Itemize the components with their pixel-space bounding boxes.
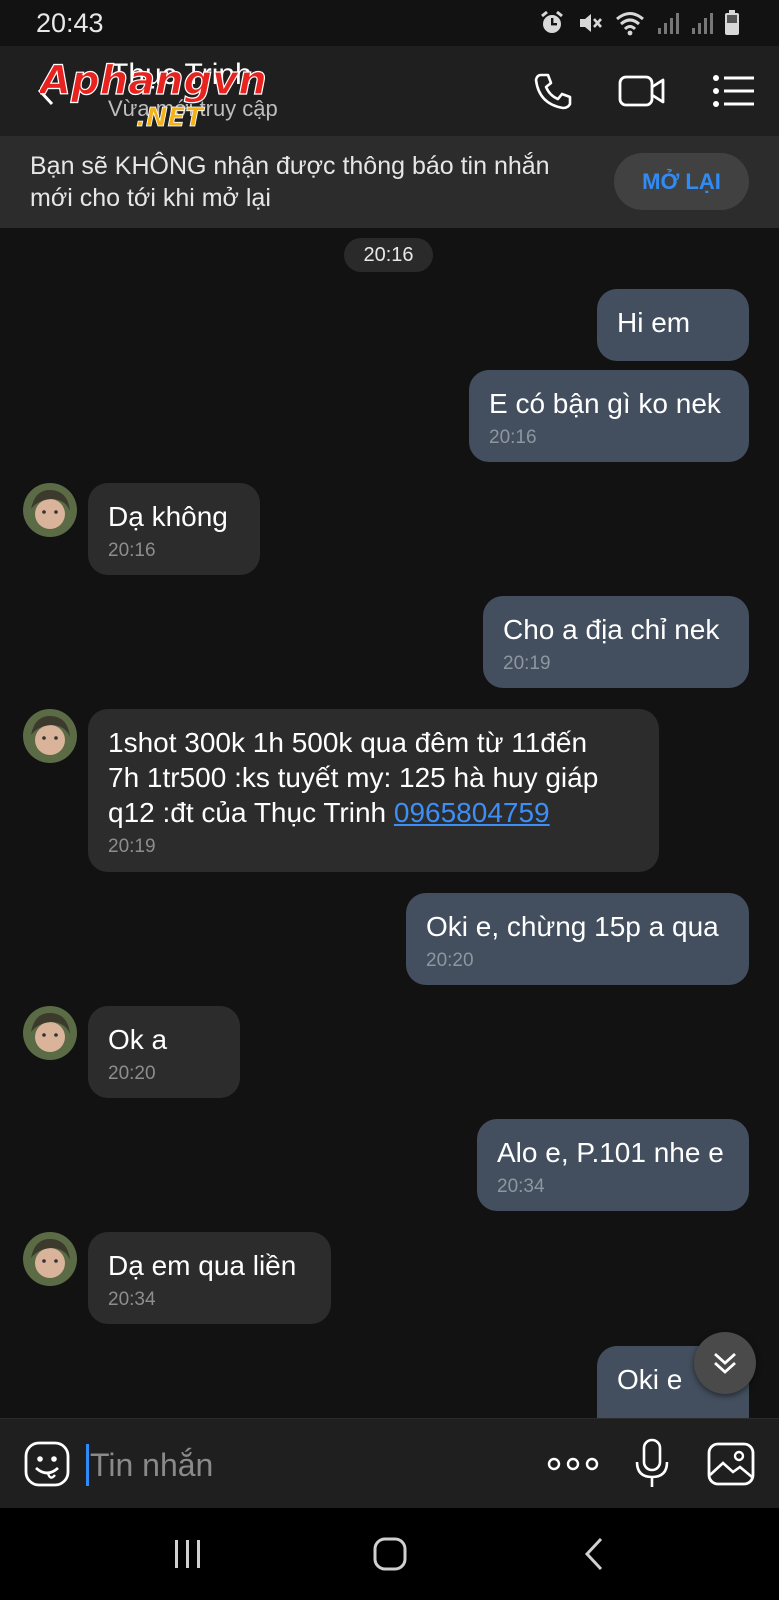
message-time: 20:16 <box>108 540 156 561</box>
signal-icon <box>692 13 713 34</box>
incoming-message[interactable]: Dạ không 20:16 <box>88 483 260 575</box>
message-text: Dạ em qua liền <box>108 1250 297 1281</box>
message-time: 20:34 <box>497 1176 545 1197</box>
message-text: 1shot 300k 1h 500k qua đêm từ 11đến 7h 1… <box>108 725 639 830</box>
contact-avatar[interactable] <box>23 483 77 537</box>
image-gallery-icon[interactable] <box>706 1441 756 1487</box>
message-text: Ok a <box>108 1024 168 1055</box>
message-time: 20:20 <box>108 1063 156 1084</box>
message-time: 20:20 <box>426 950 474 971</box>
message-composer <box>0 1418 779 1508</box>
outgoing-message[interactable]: Alo e, P.101 nhe e 20:34 <box>477 1119 749 1211</box>
message-time: 20:19 <box>503 653 551 674</box>
incoming-message[interactable]: Ok a 20:20 <box>88 1006 240 1098</box>
double-chevron-down-icon <box>714 1352 736 1374</box>
message-time: 20:19 <box>108 836 156 857</box>
message-time: 20:34 <box>108 1289 156 1310</box>
status-bar: 20:43 <box>0 0 779 46</box>
chat-header: Thục Trinh Vừa mới truy cập Aphangvn .NE… <box>0 46 779 136</box>
incoming-message[interactable]: 1shot 300k 1h 500k qua đêm từ 11đến 7h 1… <box>88 709 659 872</box>
text-cursor <box>86 1444 89 1486</box>
outgoing-message[interactable]: Hi em <box>597 289 749 361</box>
contact-avatar[interactable] <box>23 709 77 763</box>
phone-icon <box>534 73 572 110</box>
svg-text:.NET: .NET <box>136 103 205 132</box>
contact-avatar[interactable] <box>23 1232 77 1286</box>
reopen-notifications-button[interactable]: MỞ LẠI <box>614 153 749 210</box>
date-separator: 20:16 <box>344 238 433 272</box>
menu-button[interactable] <box>708 66 758 116</box>
scroll-to-bottom-button[interactable] <box>694 1332 756 1394</box>
wifi-icon <box>616 12 644 36</box>
message-text: Dạ không <box>108 501 228 532</box>
menu-list-icon <box>713 75 754 107</box>
mute-icon <box>580 14 602 32</box>
system-navigation-bar <box>0 1508 779 1600</box>
message-text: Hi em <box>617 307 691 338</box>
call-button[interactable] <box>528 66 578 116</box>
incoming-message[interactable]: Dạ em qua liền 20:34 <box>88 1232 331 1324</box>
status-icons <box>539 10 739 36</box>
message-text: Alo e, P.101 nhe e <box>497 1137 724 1168</box>
alarm-icon <box>541 10 563 33</box>
home-icon <box>373 1537 407 1571</box>
back-icon <box>584 1537 603 1571</box>
back-button[interactable] <box>574 1534 614 1574</box>
message-list[interactable]: 20:16 Hi em E có bận gì ko nek 20:16 Dạ … <box>0 228 779 1418</box>
message-text: Cho a địa chỉ nek <box>503 614 720 645</box>
message-text: Oki e, chừng 15p a qua <box>426 911 719 942</box>
sticker-emoji-icon[interactable] <box>22 1439 72 1489</box>
signal-icon <box>658 13 679 34</box>
svg-text:Aphangvn: Aphangvn <box>40 58 267 104</box>
more-options-icon[interactable] <box>546 1449 600 1479</box>
watermark-logo: Aphangvn .NET <box>40 57 267 132</box>
video-call-icon <box>618 75 665 107</box>
recent-apps-icon <box>175 1540 200 1568</box>
outgoing-message[interactable]: Oki e, chừng 15p a qua 20:20 <box>406 893 749 985</box>
contact-avatar[interactable] <box>23 1006 77 1060</box>
muted-notice-text: Bạn sẽ KHÔNG nhận được thông báo tin nhắ… <box>30 152 550 212</box>
battery-icon <box>725 10 739 35</box>
outgoing-message[interactable]: E có bận gì ko nek 20:16 <box>469 370 749 462</box>
outgoing-message[interactable]: Cho a địa chỉ nek 20:19 <box>483 596 749 688</box>
message-input[interactable] <box>90 1437 520 1493</box>
home-button[interactable] <box>370 1534 410 1574</box>
message-time: 20:16 <box>489 427 537 448</box>
recent-apps-button[interactable] <box>168 1534 208 1574</box>
status-time: 20:43 <box>36 8 104 38</box>
muted-notice-banner: Bạn sẽ KHÔNG nhận được thông báo tin nhắ… <box>0 136 779 228</box>
message-text: E có bận gì ko nek <box>489 388 721 419</box>
phone-number-link[interactable]: 0965804759 <box>394 797 550 828</box>
video-call-button[interactable] <box>617 66 667 116</box>
microphone-icon[interactable] <box>632 1437 672 1491</box>
